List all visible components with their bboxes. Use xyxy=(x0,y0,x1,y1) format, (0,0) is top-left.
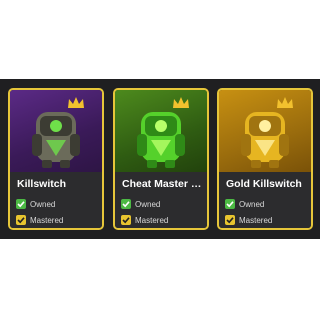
skin-art xyxy=(115,90,207,172)
skin-name: Gold Killswitch xyxy=(226,178,302,190)
robot-skin-icon xyxy=(241,112,289,168)
skin-art xyxy=(219,90,311,172)
mastered-label: Mastered xyxy=(30,215,64,225)
skin-card-cheat-master[interactable]: Cheat Master Ki... Owned Mastered xyxy=(113,88,209,230)
owned-label: Owned xyxy=(30,199,56,209)
check-icon xyxy=(225,215,235,225)
owned-status: Owned xyxy=(16,198,55,210)
check-icon xyxy=(16,199,26,209)
skin-card-gold-killswitch[interactable]: Gold Killswitch Owned Mastered xyxy=(217,88,313,230)
mastered-status: Mastered xyxy=(121,214,168,226)
mastered-status: Mastered xyxy=(225,214,272,226)
owned-status: Owned xyxy=(121,198,160,210)
owned-label: Owned xyxy=(135,199,161,209)
skin-info: Killswitch Owned Mastered xyxy=(10,172,102,228)
robot-skin-icon xyxy=(32,112,80,168)
check-icon xyxy=(121,215,131,225)
skin-name: Killswitch xyxy=(17,178,67,190)
check-icon xyxy=(121,199,131,209)
mastered-label: Mastered xyxy=(135,215,169,225)
robot-skin-icon xyxy=(137,112,185,168)
skin-name: Cheat Master Ki... xyxy=(122,178,206,190)
skin-info: Gold Killswitch Owned Mastered xyxy=(219,172,311,228)
skin-card-killswitch[interactable]: Killswitch Owned Mastered xyxy=(8,88,104,230)
mastered-status: Mastered xyxy=(16,214,63,226)
owned-status: Owned xyxy=(225,198,264,210)
check-icon xyxy=(225,199,235,209)
skin-art xyxy=(10,90,102,172)
skin-info: Cheat Master Ki... Owned Mastered xyxy=(115,172,207,228)
check-icon xyxy=(16,215,26,225)
mastered-label: Mastered xyxy=(239,215,273,225)
owned-label: Owned xyxy=(239,199,265,209)
